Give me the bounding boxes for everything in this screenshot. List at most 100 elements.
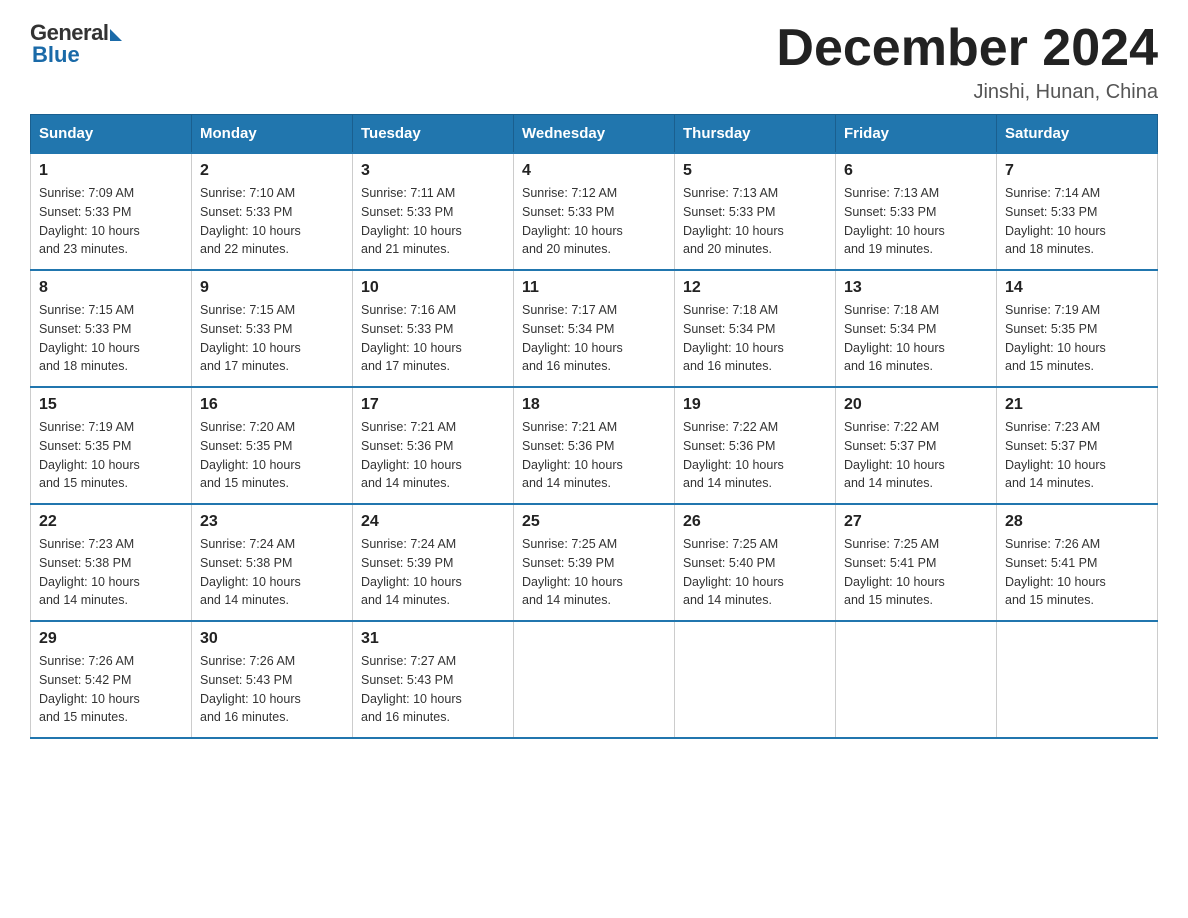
- sunrise-label: Sunrise: 7:25 AM: [683, 537, 778, 551]
- sunrise-label: Sunrise: 7:17 AM: [522, 303, 617, 317]
- daylight-minutes: and 14 minutes.: [683, 593, 772, 607]
- table-row: 27 Sunrise: 7:25 AM Sunset: 5:41 PM Dayl…: [836, 504, 997, 621]
- day-number: 23: [200, 513, 344, 531]
- daylight-minutes: and 17 minutes.: [361, 359, 450, 373]
- daylight-label: Daylight: 10 hours: [361, 692, 462, 706]
- sunset-label: Sunset: 5:36 PM: [522, 439, 614, 453]
- daylight-minutes: and 23 minutes.: [39, 242, 128, 256]
- sunset-label: Sunset: 5:37 PM: [1005, 439, 1097, 453]
- sunset-label: Sunset: 5:41 PM: [844, 556, 936, 570]
- day-number: 4: [522, 162, 666, 180]
- daylight-label: Daylight: 10 hours: [844, 575, 945, 589]
- day-info: Sunrise: 7:18 AM Sunset: 5:34 PM Dayligh…: [844, 301, 988, 376]
- daylight-label: Daylight: 10 hours: [361, 224, 462, 238]
- day-info: Sunrise: 7:15 AM Sunset: 5:33 PM Dayligh…: [39, 301, 183, 376]
- table-row: 8 Sunrise: 7:15 AM Sunset: 5:33 PM Dayli…: [31, 270, 192, 387]
- table-row: 7 Sunrise: 7:14 AM Sunset: 5:33 PM Dayli…: [997, 153, 1158, 270]
- sunrise-label: Sunrise: 7:13 AM: [683, 186, 778, 200]
- sunset-label: Sunset: 5:37 PM: [844, 439, 936, 453]
- daylight-minutes: and 14 minutes.: [1005, 476, 1094, 490]
- sunrise-label: Sunrise: 7:25 AM: [522, 537, 617, 551]
- day-info: Sunrise: 7:24 AM Sunset: 5:39 PM Dayligh…: [361, 535, 505, 610]
- day-number: 26: [683, 513, 827, 531]
- daylight-minutes: and 16 minutes.: [522, 359, 611, 373]
- day-info: Sunrise: 7:19 AM Sunset: 5:35 PM Dayligh…: [39, 418, 183, 493]
- table-row: 14 Sunrise: 7:19 AM Sunset: 5:35 PM Dayl…: [997, 270, 1158, 387]
- sunrise-label: Sunrise: 7:24 AM: [361, 537, 456, 551]
- table-row: 2 Sunrise: 7:10 AM Sunset: 5:33 PM Dayli…: [192, 153, 353, 270]
- table-row: [514, 621, 675, 738]
- day-info: Sunrise: 7:14 AM Sunset: 5:33 PM Dayligh…: [1005, 184, 1149, 259]
- sunrise-label: Sunrise: 7:22 AM: [844, 420, 939, 434]
- day-number: 3: [361, 162, 505, 180]
- table-row: [836, 621, 997, 738]
- table-row: 30 Sunrise: 7:26 AM Sunset: 5:43 PM Dayl…: [192, 621, 353, 738]
- month-title: December 2024: [776, 20, 1158, 77]
- day-number: 2: [200, 162, 344, 180]
- day-info: Sunrise: 7:09 AM Sunset: 5:33 PM Dayligh…: [39, 184, 183, 259]
- sunrise-label: Sunrise: 7:09 AM: [39, 186, 134, 200]
- daylight-label: Daylight: 10 hours: [361, 575, 462, 589]
- day-number: 14: [1005, 279, 1149, 297]
- sunrise-label: Sunrise: 7:18 AM: [683, 303, 778, 317]
- daylight-label: Daylight: 10 hours: [200, 575, 301, 589]
- sunrise-label: Sunrise: 7:26 AM: [1005, 537, 1100, 551]
- logo-arrow-icon: [110, 29, 122, 41]
- daylight-minutes: and 15 minutes.: [1005, 359, 1094, 373]
- day-number: 7: [1005, 162, 1149, 180]
- sunset-label: Sunset: 5:43 PM: [200, 673, 292, 687]
- daylight-minutes: and 22 minutes.: [200, 242, 289, 256]
- daylight-minutes: and 15 minutes.: [39, 476, 128, 490]
- table-row: 22 Sunrise: 7:23 AM Sunset: 5:38 PM Dayl…: [31, 504, 192, 621]
- col-thursday: Thursday: [675, 115, 836, 154]
- table-row: 12 Sunrise: 7:18 AM Sunset: 5:34 PM Dayl…: [675, 270, 836, 387]
- daylight-label: Daylight: 10 hours: [683, 575, 784, 589]
- sunrise-label: Sunrise: 7:26 AM: [200, 654, 295, 668]
- table-row: 5 Sunrise: 7:13 AM Sunset: 5:33 PM Dayli…: [675, 153, 836, 270]
- day-number: 9: [200, 279, 344, 297]
- daylight-minutes: and 14 minutes.: [39, 593, 128, 607]
- daylight-label: Daylight: 10 hours: [1005, 224, 1106, 238]
- table-row: [997, 621, 1158, 738]
- sunrise-label: Sunrise: 7:21 AM: [522, 420, 617, 434]
- table-row: [675, 621, 836, 738]
- day-info: Sunrise: 7:26 AM Sunset: 5:42 PM Dayligh…: [39, 652, 183, 727]
- table-row: 4 Sunrise: 7:12 AM Sunset: 5:33 PM Dayli…: [514, 153, 675, 270]
- table-row: 15 Sunrise: 7:19 AM Sunset: 5:35 PM Dayl…: [31, 387, 192, 504]
- daylight-minutes: and 19 minutes.: [844, 242, 933, 256]
- sunrise-label: Sunrise: 7:23 AM: [1005, 420, 1100, 434]
- daylight-label: Daylight: 10 hours: [39, 224, 140, 238]
- daylight-minutes: and 20 minutes.: [683, 242, 772, 256]
- day-info: Sunrise: 7:20 AM Sunset: 5:35 PM Dayligh…: [200, 418, 344, 493]
- daylight-minutes: and 20 minutes.: [522, 242, 611, 256]
- sunrise-label: Sunrise: 7:15 AM: [39, 303, 134, 317]
- sunset-label: Sunset: 5:33 PM: [1005, 205, 1097, 219]
- day-number: 11: [522, 279, 666, 297]
- daylight-minutes: and 18 minutes.: [1005, 242, 1094, 256]
- sunrise-label: Sunrise: 7:26 AM: [39, 654, 134, 668]
- day-number: 25: [522, 513, 666, 531]
- table-row: 19 Sunrise: 7:22 AM Sunset: 5:36 PM Dayl…: [675, 387, 836, 504]
- daylight-label: Daylight: 10 hours: [361, 458, 462, 472]
- day-info: Sunrise: 7:25 AM Sunset: 5:40 PM Dayligh…: [683, 535, 827, 610]
- daylight-minutes: and 15 minutes.: [844, 593, 933, 607]
- day-number: 13: [844, 279, 988, 297]
- sunset-label: Sunset: 5:39 PM: [522, 556, 614, 570]
- sunset-label: Sunset: 5:35 PM: [39, 439, 131, 453]
- sunset-label: Sunset: 5:33 PM: [200, 205, 292, 219]
- day-info: Sunrise: 7:13 AM Sunset: 5:33 PM Dayligh…: [844, 184, 988, 259]
- daylight-label: Daylight: 10 hours: [522, 341, 623, 355]
- calendar-week-row: 29 Sunrise: 7:26 AM Sunset: 5:42 PM Dayl…: [31, 621, 1158, 738]
- day-info: Sunrise: 7:11 AM Sunset: 5:33 PM Dayligh…: [361, 184, 505, 259]
- table-row: 6 Sunrise: 7:13 AM Sunset: 5:33 PM Dayli…: [836, 153, 997, 270]
- daylight-minutes: and 14 minutes.: [683, 476, 772, 490]
- daylight-minutes: and 14 minutes.: [361, 593, 450, 607]
- day-number: 31: [361, 630, 505, 648]
- daylight-label: Daylight: 10 hours: [361, 341, 462, 355]
- daylight-label: Daylight: 10 hours: [844, 224, 945, 238]
- daylight-minutes: and 16 minutes.: [844, 359, 933, 373]
- sunrise-label: Sunrise: 7:21 AM: [361, 420, 456, 434]
- day-number: 27: [844, 513, 988, 531]
- day-info: Sunrise: 7:27 AM Sunset: 5:43 PM Dayligh…: [361, 652, 505, 727]
- col-friday: Friday: [836, 115, 997, 154]
